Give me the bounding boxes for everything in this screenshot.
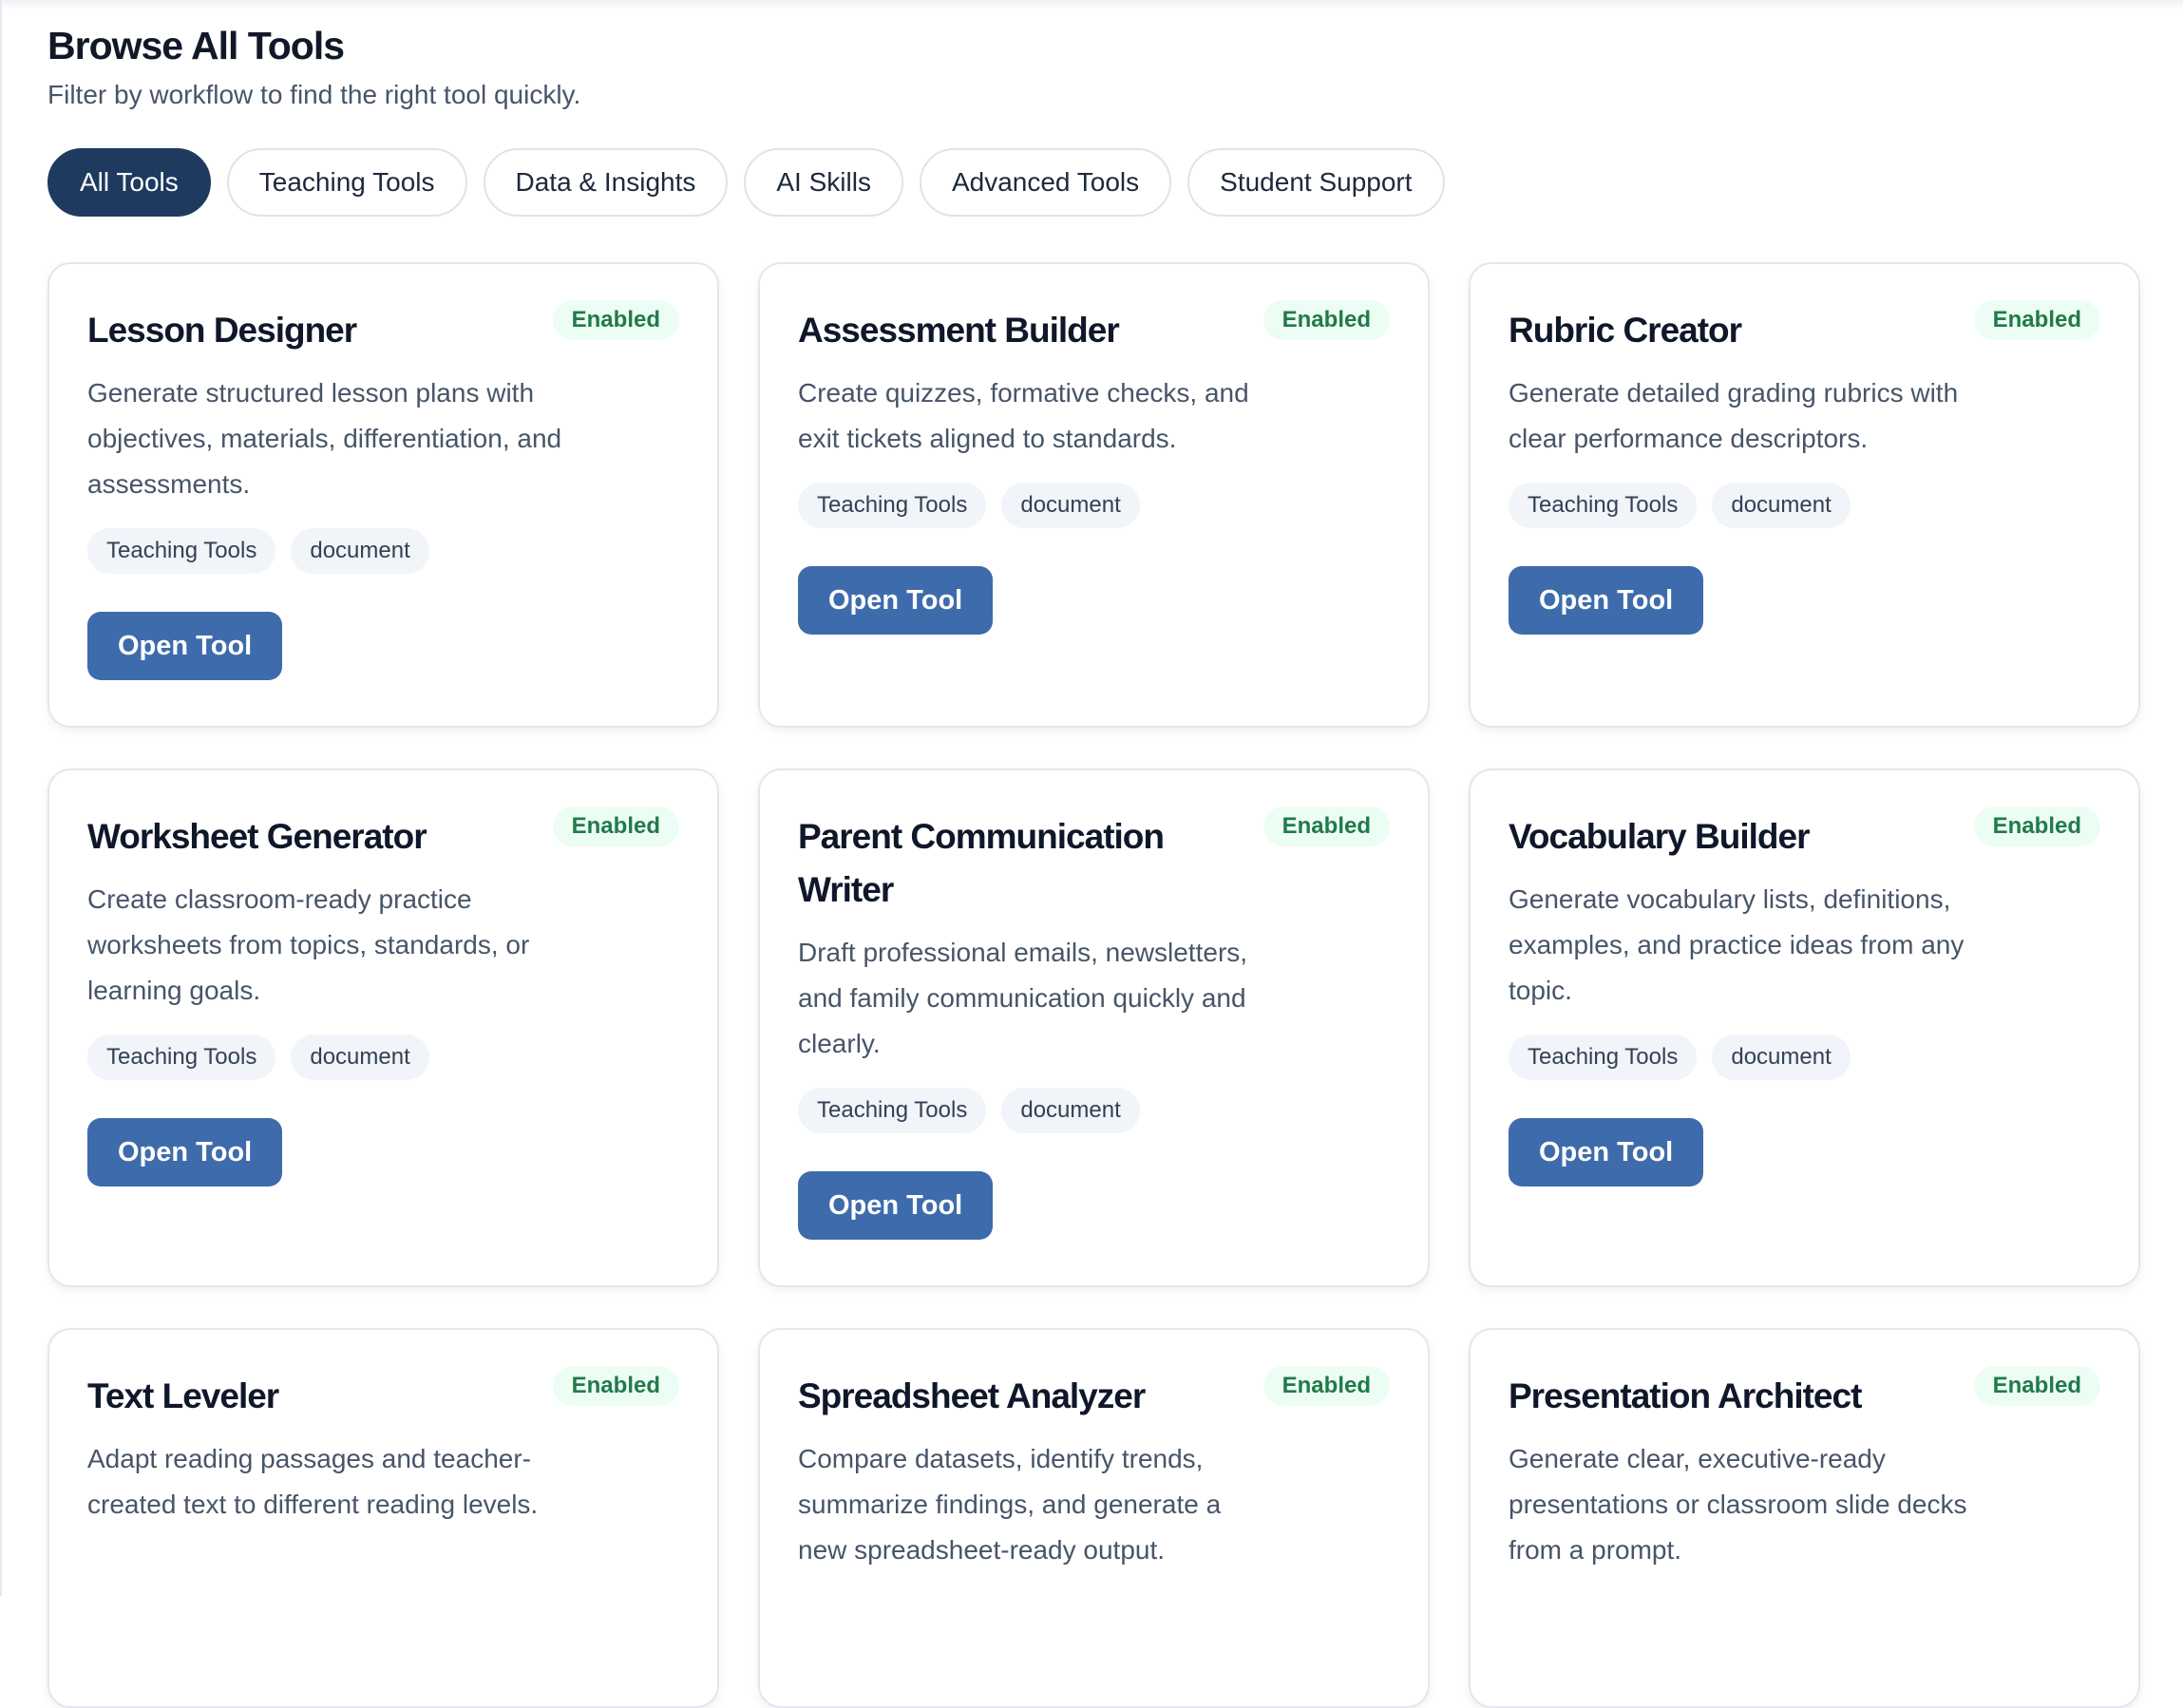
page-subtitle: Filter by workflow to find the right too… [47,80,581,109]
tag: document [1712,1034,1851,1080]
tag: Teaching Tools [1509,483,1698,528]
tag-list: Teaching Tools document [798,1088,1390,1133]
tool-card-parent-communication-writer: Parent Communication Writer Enabled Draf… [758,769,1430,1287]
tools-section: Browse All Tools Filter by workflow to f… [47,21,2141,1708]
filter-advanced-tools[interactable]: Advanced Tools [919,148,1172,217]
tag-list: Teaching Tools document [798,483,1390,528]
filter-student-support[interactable]: Student Support [1187,148,1445,217]
open-tool-button[interactable]: Open Tool [1509,1118,1704,1186]
tag: document [1712,483,1851,528]
tag-list: Teaching Tools document [87,528,679,574]
top-shadow [0,0,2183,9]
status-badge: Enabled [552,1366,679,1406]
open-tool-button[interactable]: Open Tool [1509,566,1704,635]
tag: document [291,528,429,574]
filter-teaching-tools[interactable]: Teaching Tools [226,148,467,217]
card-header: Rubric Creator Enabled [1509,296,2100,357]
tool-title: Assessment Builder [798,311,1120,350]
status-badge: Enabled [552,300,679,340]
tag: Teaching Tools [798,483,987,528]
filter-all-tools[interactable]: All Tools [47,148,211,217]
tool-card-vocabulary-builder: Vocabulary Builder Enabled Generate voca… [1469,769,2140,1287]
tool-title: Presentation Architect [1509,1376,1862,1415]
card-header: Vocabulary Builder Enabled [1509,803,2100,863]
tool-title: Worksheet Generator [87,817,427,856]
tool-card-spreadsheet-analyzer: Spreadsheet Analyzer Enabled Compare dat… [758,1328,1430,1708]
tool-description: Generate vocabulary lists, definitions, … [1509,884,1965,1005]
open-tool-button[interactable]: Open Tool [87,612,283,680]
tool-description: Generate clear, executive-ready presenta… [1509,1444,1967,1565]
card-header: Presentation Architect Enabled [1509,1362,2100,1423]
card-header: Worksheet Generator Enabled [87,803,679,863]
tag: Teaching Tools [87,528,276,574]
status-badge: Enabled [1262,807,1390,846]
tag-list: Teaching Tools document [87,1034,679,1080]
tool-description: Create classroom-ready practice workshee… [87,884,530,1005]
tool-card-assessment-builder: Assessment Builder Enabled Create quizze… [758,262,1430,728]
tag-list: Teaching Tools document [1509,483,2100,528]
tool-description: Compare datasets, identify trends, summa… [798,1444,1222,1565]
status-badge: Enabled [1973,807,2100,846]
tool-title: Spreadsheet Analyzer [798,1376,1146,1415]
tag-list: Teaching Tools document [1509,1034,2100,1080]
tool-card-worksheet-generator: Worksheet Generator Enabled Create class… [47,769,719,1287]
tag: document [1001,483,1140,528]
open-tool-button[interactable]: Open Tool [798,1171,994,1240]
status-badge: Enabled [1973,1366,2100,1406]
tool-description: Adapt reading passages and teacher-creat… [87,1444,539,1519]
card-header: Parent Communication Writer Enabled [798,803,1390,917]
tool-title: Vocabulary Builder [1509,817,1810,856]
tag: document [291,1034,429,1080]
filter-bar: All Tools Teaching Tools Data & Insights… [47,148,2141,217]
card-header: Assessment Builder Enabled [798,296,1390,357]
tool-title: Rubric Creator [1509,311,1742,350]
tag: Teaching Tools [87,1034,276,1080]
status-badge: Enabled [1262,1366,1390,1406]
open-tool-button[interactable]: Open Tool [87,1118,283,1186]
tool-title: Lesson Designer [87,311,357,350]
open-tool-button[interactable]: Open Tool [798,566,994,635]
left-border [0,0,2,1596]
filter-ai-skills[interactable]: AI Skills [744,148,903,217]
card-header: Spreadsheet Analyzer Enabled [798,1362,1390,1423]
card-header: Text Leveler Enabled [87,1362,679,1423]
tool-description: Draft professional emails, newsletters, … [798,938,1248,1058]
status-badge: Enabled [552,807,679,846]
tool-title: Text Leveler [87,1376,279,1415]
tool-grid: Lesson Designer Enabled Generate structu… [47,262,2141,1708]
page-title: Browse All Tools [47,24,345,67]
tag: Teaching Tools [1509,1034,1698,1080]
tool-card-presentation-architect: Presentation Architect Enabled Generate … [1469,1328,2140,1708]
tool-title: Parent Communication Writer [798,817,1165,909]
filter-data-insights[interactable]: Data & Insights [483,148,729,217]
tool-description: Generate structured lesson plans with ob… [87,378,562,499]
tool-card-rubric-creator: Rubric Creator Enabled Generate detailed… [1469,262,2140,728]
card-header: Lesson Designer Enabled [87,296,679,357]
tag: Teaching Tools [798,1088,987,1133]
tag: document [1001,1088,1140,1133]
tool-card-text-leveler: Text Leveler Enabled Adapt reading passa… [47,1328,719,1708]
tool-description: Create quizzes, formative checks, and ex… [798,378,1249,453]
tool-description: Generate detailed grading rubrics with c… [1509,378,1959,453]
tool-card-lesson-designer: Lesson Designer Enabled Generate structu… [47,262,719,728]
status-badge: Enabled [1262,300,1390,340]
status-badge: Enabled [1973,300,2100,340]
